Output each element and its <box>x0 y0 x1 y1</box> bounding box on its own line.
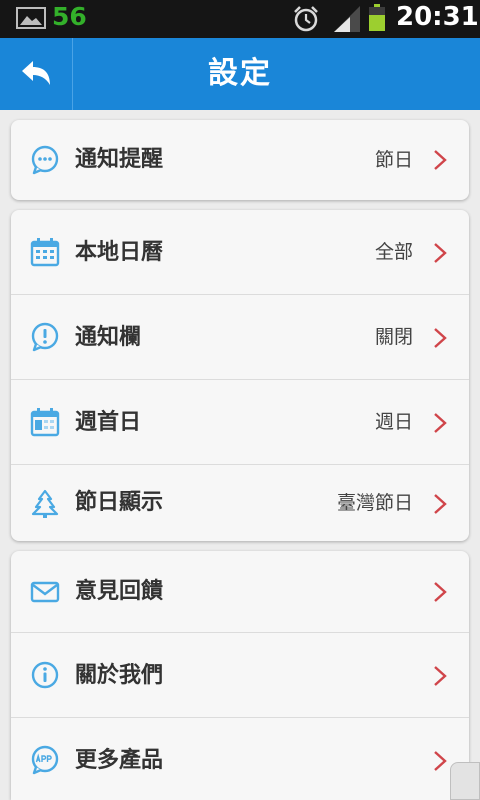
setting-row-about-us[interactable]: 關於我們 <box>11 633 469 718</box>
calendar-icon <box>30 238 60 267</box>
app-icon <box>31 745 59 775</box>
status-bar: 56 20:31 <box>0 0 480 38</box>
chevron-right-icon <box>434 328 447 348</box>
chevron-right-icon <box>434 150 447 170</box>
setting-value: 節日 <box>374 149 413 171</box>
mail-icon <box>30 581 60 603</box>
setting-label: 意見回饋 <box>75 579 164 604</box>
setting-row-notification-bar[interactable]: 通知欄 關閉 <box>11 295 469 380</box>
setting-label: 本地日曆 <box>75 240 164 265</box>
setting-row-notification-reminder[interactable]: 通知提醒 節日 <box>11 120 469 200</box>
app-header: 設定 <box>0 38 480 110</box>
setting-row-more-products[interactable]: 更多產品 <box>11 718 469 800</box>
chevron-right-icon <box>434 666 447 686</box>
chevron-right-icon <box>434 243 447 263</box>
battery-icon <box>369 4 385 31</box>
chevron-right-icon <box>434 751 447 771</box>
chevron-right-icon <box>434 413 447 433</box>
setting-value: 週日 <box>374 411 413 433</box>
chevron-right-icon <box>434 494 447 514</box>
back-arrow-icon <box>22 61 50 85</box>
back-button[interactable] <box>0 38 73 110</box>
setting-row-feedback[interactable]: 意見回饋 <box>11 551 469 633</box>
info-icon <box>31 661 59 689</box>
setting-row-local-calendar[interactable]: 本地日曆 全部 <box>11 210 469 295</box>
setting-value: 關閉 <box>374 326 413 348</box>
setting-label: 通知提醒 <box>75 147 164 172</box>
alarm-icon <box>294 6 318 32</box>
page-title: 設定 <box>208 56 272 91</box>
setting-value: 臺灣節日 <box>336 492 413 514</box>
setting-label: 關於我們 <box>75 663 164 688</box>
clock-time: 20:31 <box>396 2 479 32</box>
exclamation-icon <box>31 322 59 352</box>
settings-section-notifications: 通知提醒 節日 <box>11 120 469 200</box>
setting-label: 節日顯示 <box>75 490 164 515</box>
setting-label: 更多產品 <box>75 748 164 773</box>
setting-row-holiday-display[interactable]: 節日顯示 臺灣節日 <box>11 465 469 541</box>
chevron-right-icon <box>434 582 447 602</box>
settings-section-about: 意見回饋 關於我們 更多產品 <box>11 551 469 800</box>
setting-label: 通知欄 <box>75 325 142 350</box>
settings-section-calendar: 本地日曆 全部 通知欄 關閉 週首日 週日 節日顯示 臺灣節日 <box>11 210 469 541</box>
setting-value: 全部 <box>374 241 413 263</box>
notification-count: 56 <box>52 2 87 31</box>
gallery-notification-icon <box>16 7 46 29</box>
calendar-week-icon <box>30 408 60 437</box>
scroll-handle[interactable] <box>450 762 480 800</box>
setting-label: 週首日 <box>75 410 142 435</box>
setting-row-first-day-of-week[interactable]: 週首日 週日 <box>11 380 469 465</box>
chat-bubble-icon <box>31 145 59 175</box>
signal-strength-icon <box>334 6 360 32</box>
tree-icon <box>31 489 59 518</box>
